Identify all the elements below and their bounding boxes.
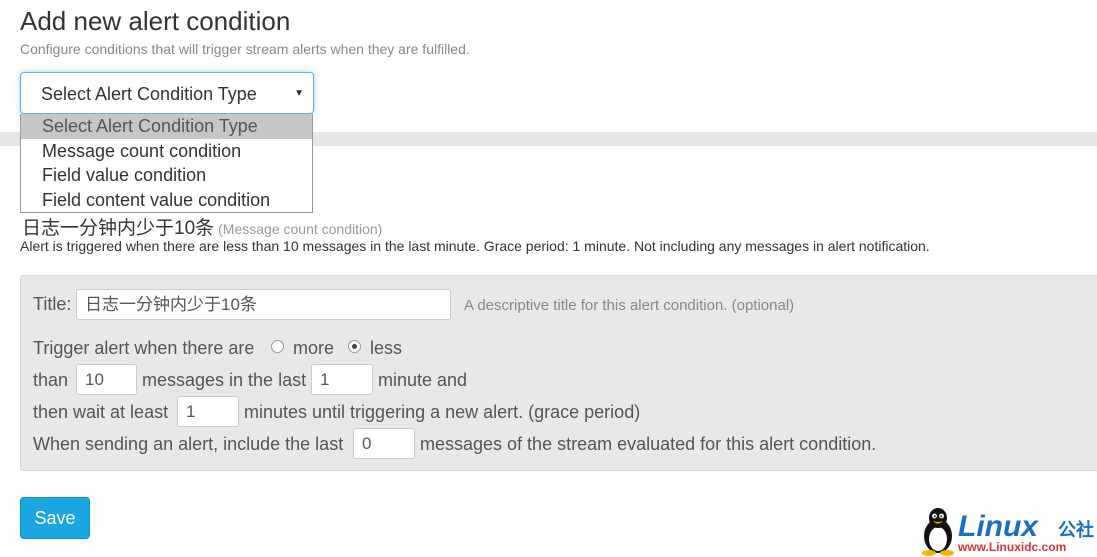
than-label: than (33, 370, 69, 390)
condition-description: Alert is triggered when there are less t… (20, 238, 930, 254)
option-field-value[interactable]: Field value condition (21, 163, 312, 188)
title-label: Title: (33, 294, 72, 314)
title-help-text: A descriptive title for this alert condi… (464, 297, 795, 314)
condition-type-selected: Select Alert Condition Type (41, 84, 257, 104)
watermark-url: www.Linuxidc.com (958, 540, 1067, 554)
time-input[interactable]: 1 (311, 364, 373, 395)
backlog-input[interactable]: 0 (353, 428, 415, 459)
condition-edit-form: Title: 日志一分钟内少于10条 A descriptive title f… (20, 275, 1097, 471)
grace-input[interactable]: 1 (177, 396, 239, 427)
save-button[interactable]: Save (20, 497, 90, 539)
radio-less[interactable] (348, 340, 361, 353)
watermark-brand: Linux (958, 510, 1038, 543)
page-subtitle: Configure conditions that will trigger s… (20, 41, 470, 57)
condition-title-text: 日志一分钟内少于10条 (22, 218, 215, 239)
radio-more-label[interactable]: more (293, 338, 334, 359)
radio-more[interactable] (271, 340, 284, 353)
grace-suffix: minutes until triggering a new alert. (g… (244, 402, 641, 422)
radio-less-label[interactable]: less (370, 338, 402, 359)
condition-type-dropdown: Select Alert Condition Type Message coun… (20, 114, 313, 213)
title-input[interactable]: 日志一分钟内少于10条 (76, 289, 451, 320)
backlog-label: When sending an alert, include the last (33, 434, 344, 454)
linuxidc-watermark: Linux 公社 www.Linuxidc.com (920, 506, 1095, 556)
page-title: Add new alert condition (20, 6, 291, 36)
option-select-type[interactable]: Select Alert Condition Type (21, 114, 312, 139)
caret-down-icon: ▼ (294, 88, 304, 99)
option-message-count[interactable]: Message count condition (21, 138, 312, 163)
condition-type-label: (Message count condition) (218, 221, 383, 237)
option-field-content-value[interactable]: Field content value condition (21, 187, 312, 212)
trigger-label: Trigger alert when there are (33, 338, 255, 358)
tux-penguin-icon (922, 508, 954, 556)
messages-last-label: messages in the last (142, 370, 307, 390)
condition-title: 日志一分钟内少于10条 (Message count condition) (22, 213, 382, 240)
condition-type-select[interactable]: Select Alert Condition Type ▼ (20, 72, 314, 114)
threshold-input[interactable]: 10 (76, 364, 137, 395)
wait-label: then wait at least (33, 402, 169, 422)
backlog-suffix: messages of the stream evaluated for thi… (420, 434, 877, 454)
watermark-brand-cn: 公社 (1058, 520, 1094, 540)
minute-and-label: minute and (378, 370, 468, 390)
